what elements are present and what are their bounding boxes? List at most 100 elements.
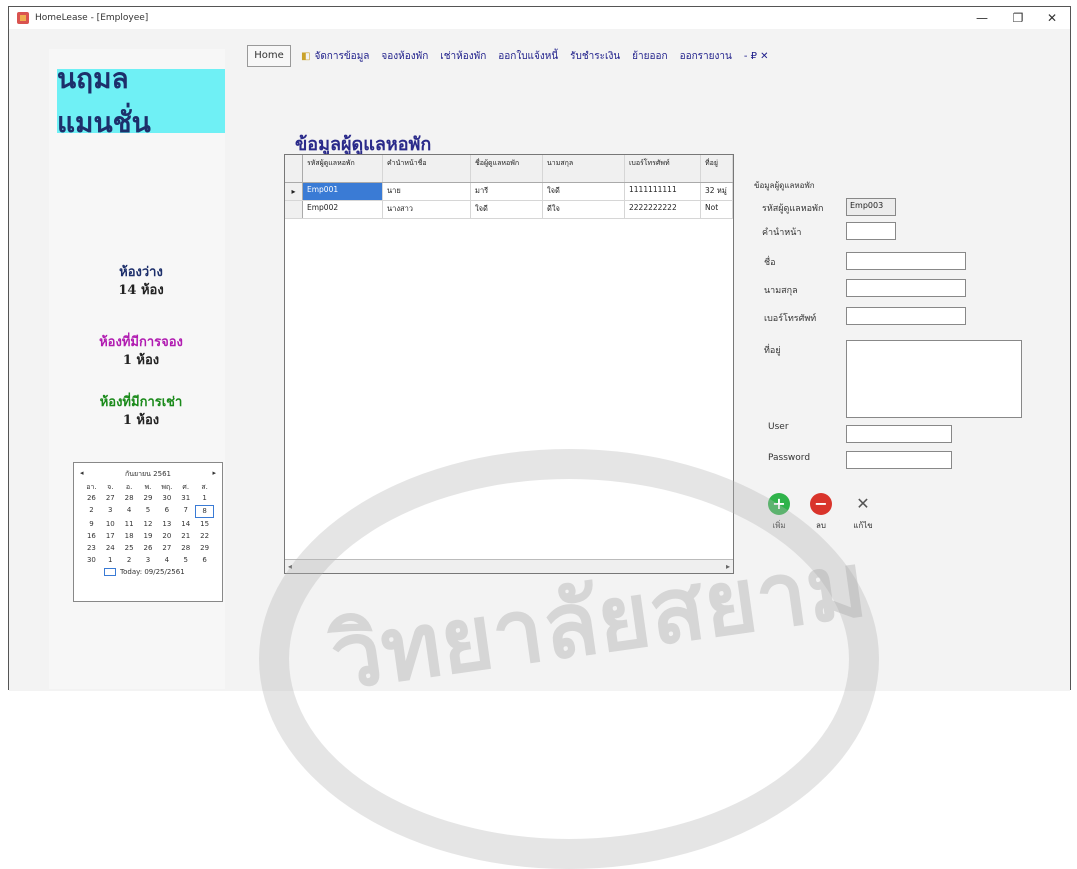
scroll-left-icon[interactable]: ◂ [288, 562, 292, 571]
calendar-weekday: อ. [125, 483, 133, 491]
calendar-day[interactable]: 19 [139, 531, 158, 542]
table-cell[interactable]: นาย [383, 183, 471, 200]
table-cell[interactable]: ใจดี [543, 183, 625, 200]
calendar-day[interactable]: 18 [120, 531, 139, 542]
calendar-day[interactable]: 9 [82, 519, 101, 530]
row-selector-icon[interactable]: ▸ [285, 183, 303, 200]
menu-item[interactable]: ย้ายออก [632, 49, 667, 64]
calendar-today-label[interactable]: Today: 09/25/2561 [120, 568, 185, 576]
calendar-day[interactable]: 15 [195, 519, 214, 530]
calendar-day[interactable]: 5 [139, 505, 158, 518]
column-header[interactable]: รหัสผู้ดูแลหอพัก [303, 155, 383, 182]
calendar-day[interactable]: 29 [139, 493, 158, 504]
column-header[interactable]: ชื่อผู้ดูแลหอพัก [471, 155, 543, 182]
mdi-controls[interactable]: - ₽ ✕ [744, 51, 769, 62]
calendar-day[interactable]: 2 [120, 555, 139, 566]
tools-icon: ✕ [856, 494, 870, 513]
calendar-day[interactable]: 2 [82, 505, 101, 518]
employee-grid[interactable]: รหัสผู้ดูแลหอพัก คำนำหน้าชื่อ ชื่อผู้ดูแ… [284, 154, 734, 574]
menu-item[interactable]: รับชำระเงิน [570, 49, 620, 64]
phone-field[interactable] [846, 307, 966, 325]
calendar-day[interactable]: 5 [176, 555, 195, 566]
calendar-day[interactable]: 30 [82, 555, 101, 566]
calendar-today[interactable]: Today: 09/25/2561 [74, 566, 222, 578]
calendar-day[interactable]: 22 [195, 531, 214, 542]
minimize-button[interactable]: — [964, 8, 1000, 28]
table-cell[interactable]: ดีใจ [543, 201, 625, 218]
close-button[interactable]: ✕ [1034, 8, 1070, 28]
calendar-month-label[interactable]: กันยายน 2561 [125, 469, 171, 480]
scroll-right-icon[interactable]: ▸ [726, 562, 730, 571]
menu-item[interactable]: เช่าห้องพัก [440, 49, 486, 64]
address-field[interactable] [846, 340, 1022, 418]
calendar-day[interactable]: 1 [101, 555, 120, 566]
calendar-day[interactable]: 3 [101, 505, 120, 518]
calendar-day[interactable]: 17 [101, 531, 120, 542]
prefix-field[interactable] [846, 222, 896, 240]
user-field[interactable] [846, 425, 952, 443]
calendar-day[interactable]: 20 [157, 531, 176, 542]
calendar-day[interactable]: 31 [176, 493, 195, 504]
delete-button[interactable]: − ลบ [804, 489, 838, 543]
password-field[interactable] [846, 451, 952, 469]
calendar-day[interactable]: 8 [195, 505, 214, 518]
calendar-day[interactable]: 30 [157, 493, 176, 504]
calendar-day[interactable]: 26 [82, 493, 101, 504]
calendar-day[interactable]: 26 [139, 543, 158, 554]
calendar-day[interactable]: 24 [101, 543, 120, 554]
table-cell[interactable]: Emp002 [303, 201, 383, 218]
horizontal-scrollbar[interactable]: ◂ ▸ [285, 559, 733, 573]
calendar-day[interactable]: 21 [176, 531, 195, 542]
calendar-day[interactable]: 29 [195, 543, 214, 554]
table-cell[interactable]: 1111111111 [625, 183, 701, 200]
table-cell[interactable]: 2222222222 [625, 201, 701, 218]
employee-id-field[interactable]: Emp003 [846, 198, 896, 216]
column-header[interactable]: นามสกุล [543, 155, 625, 182]
calendar-day[interactable]: 6 [157, 505, 176, 518]
table-cell[interactable]: 32 หมู่ [701, 183, 733, 200]
menu-item[interactable]: ออกใบแจ้งหนี้ [498, 49, 558, 64]
calendar-day[interactable]: 14 [176, 519, 195, 530]
calendar-day[interactable]: 6 [195, 555, 214, 566]
add-button[interactable]: + เพิ่ม [762, 489, 796, 543]
table-row[interactable]: ▸ Emp001 นาย มารี ใจดี 1111111111 32 หมู… [285, 183, 733, 201]
calendar-day[interactable]: 3 [139, 555, 158, 566]
menu-item[interactable]: จองห้องพัก [381, 49, 428, 64]
calendar-day[interactable]: 28 [120, 493, 139, 504]
column-header[interactable]: ที่อยู่ [701, 155, 733, 182]
calendar-day[interactable]: 10 [101, 519, 120, 530]
table-row[interactable]: Emp002 นางสาว ใจดี ดีใจ 2222222222 Not [285, 201, 733, 219]
table-cell[interactable]: ใจดี [471, 201, 543, 218]
column-header[interactable]: คำนำหน้าชื่อ [383, 155, 471, 182]
home-button[interactable]: Home [247, 45, 291, 67]
calendar-day[interactable]: 23 [82, 543, 101, 554]
calendar-day[interactable]: 11 [120, 519, 139, 530]
edit-button[interactable]: ✕ แก้ไข [846, 489, 880, 543]
calendar-day[interactable]: 28 [176, 543, 195, 554]
column-header[interactable]: เบอร์โทรศัพท์ [625, 155, 701, 182]
first-name-field[interactable] [846, 252, 966, 270]
calendar-prev-icon[interactable]: ◂ [80, 469, 84, 480]
calendar-day[interactable]: 16 [82, 531, 101, 542]
menu-items: จัดการข้อมูล จองห้องพัก เช่าห้องพัก ออกใบแจ… [314, 49, 743, 64]
calendar-day[interactable]: 12 [139, 519, 158, 530]
calendar-day[interactable]: 4 [120, 505, 139, 518]
table-cell[interactable]: Not [701, 201, 733, 218]
row-selector[interactable] [285, 201, 303, 218]
menu-item[interactable]: ออกรายงาน [680, 49, 732, 64]
table-cell[interactable]: นางสาว [383, 201, 471, 218]
last-name-field[interactable] [846, 279, 966, 297]
month-calendar[interactable]: ◂ กันยายน 2561 ▸ อา. จ. อ. พ. พฤ. ศ. ส. 26 27 28… [73, 462, 223, 602]
calendar-day[interactable]: 27 [101, 493, 120, 504]
menu-item[interactable]: จัดการข้อมูล [314, 49, 369, 64]
calendar-day[interactable]: 27 [157, 543, 176, 554]
calendar-day[interactable]: 25 [120, 543, 139, 554]
table-cell[interactable]: มารี [471, 183, 543, 200]
calendar-day[interactable]: 13 [157, 519, 176, 530]
restore-button[interactable]: ❐ [1000, 8, 1036, 28]
calendar-day[interactable]: 4 [157, 555, 176, 566]
calendar-day[interactable]: 7 [176, 505, 195, 518]
calendar-next-icon[interactable]: ▸ [212, 469, 216, 480]
calendar-day[interactable]: 1 [195, 493, 214, 504]
table-cell[interactable]: Emp001 [303, 183, 383, 200]
